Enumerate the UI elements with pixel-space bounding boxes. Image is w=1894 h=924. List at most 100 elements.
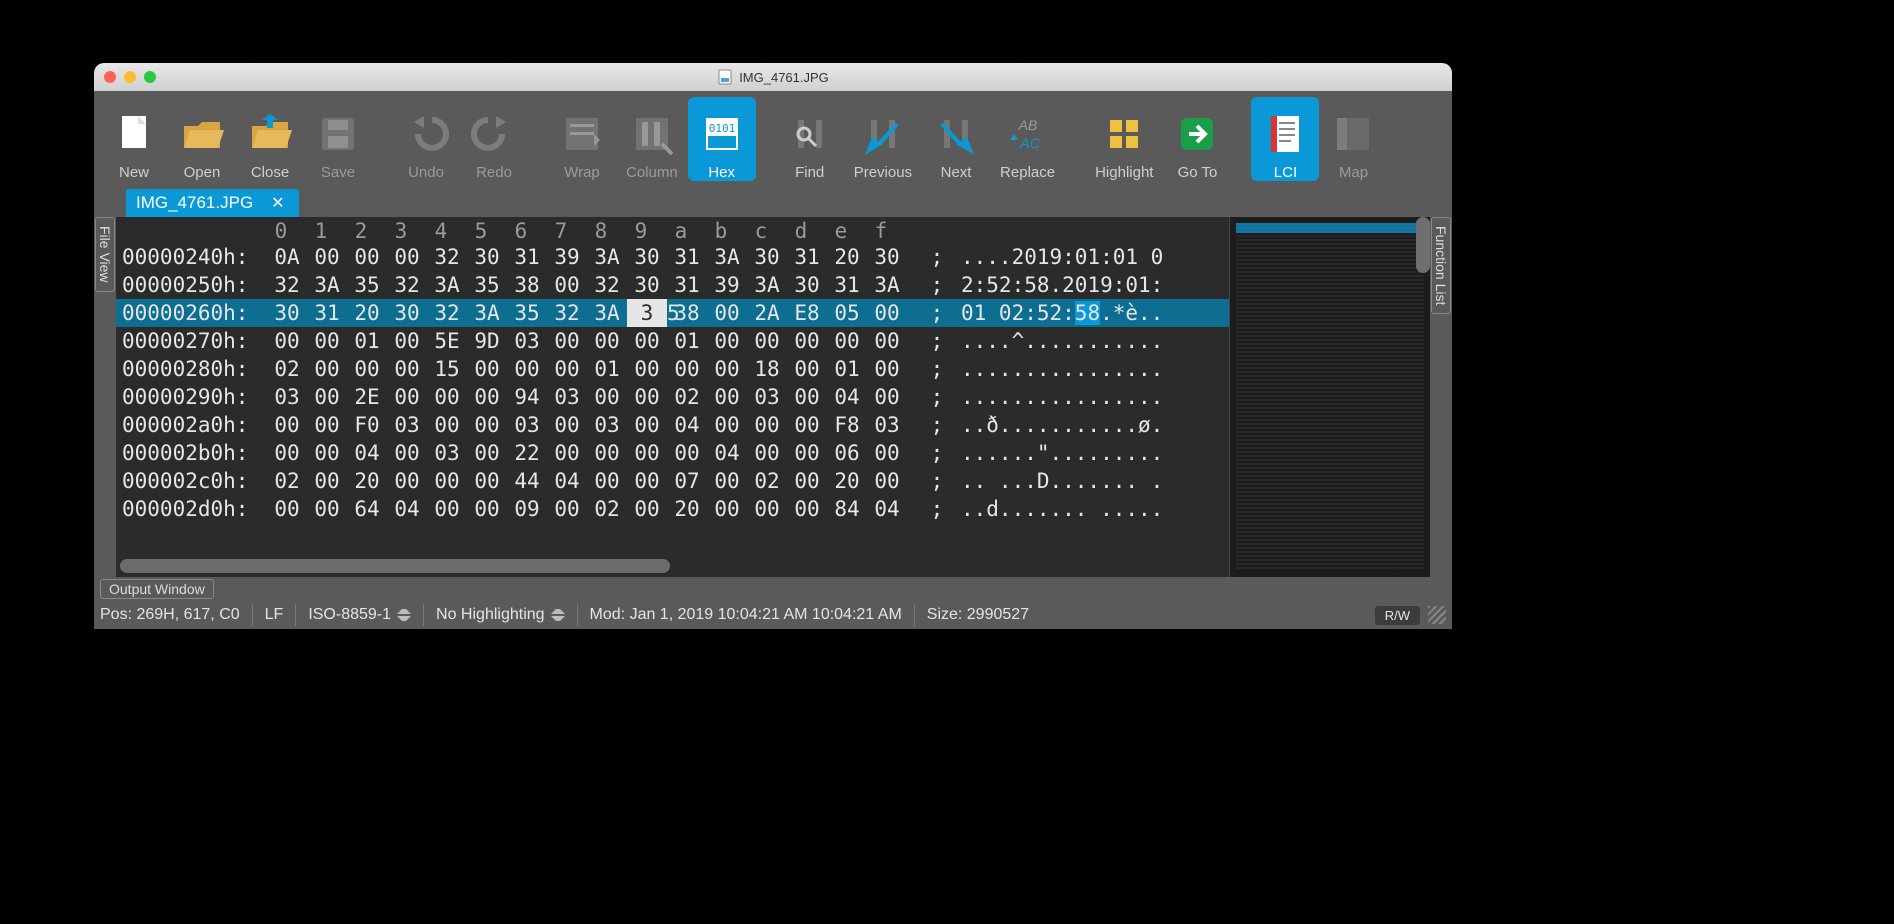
row-address: 00000290h: <box>116 383 267 411</box>
tab-file[interactable]: IMG_4761.JPG ✕ <box>126 189 299 217</box>
row-address: 00000240h: <box>116 243 267 271</box>
next-icon <box>932 110 980 158</box>
toolbar-label: Replace <box>1000 164 1055 181</box>
dropdown-icon[interactable] <box>551 607 565 623</box>
side-panel-left[interactable]: File View <box>94 217 116 577</box>
row-ascii[interactable]: .. ...D....... . <box>957 467 1229 495</box>
row-separator: ; <box>917 439 957 467</box>
next-button[interactable]: Next <box>922 97 990 181</box>
redo-button[interactable]: Redo <box>460 97 528 181</box>
output-window-label[interactable]: Output Window <box>100 579 214 599</box>
redo-icon <box>470 110 518 158</box>
row-address: 00000250h: <box>116 271 267 299</box>
previous-button[interactable]: Previous <box>844 97 922 181</box>
save-button[interactable]: Save <box>304 97 372 181</box>
svg-text:AB: AB <box>1017 117 1037 133</box>
row-ascii[interactable]: ................ <box>957 355 1229 383</box>
undo-button[interactable]: Undo <box>392 97 460 181</box>
row-ascii[interactable]: ..ð...........ø. <box>957 411 1229 439</box>
row-bytes[interactable]: 00000400030022000000000400000600 <box>267 439 917 467</box>
row-separator: ; <box>917 467 957 495</box>
hex-row[interactable]: 000002a0h:0000F00300000300030004000000F8… <box>116 411 1229 439</box>
undo-icon <box>402 110 450 158</box>
hex-row[interactable]: 00000260h:30312030323A35323A3538002AE805… <box>116 299 1229 327</box>
output-window-bar[interactable]: Output Window <box>94 577 1452 601</box>
minimap[interactable] <box>1229 217 1430 577</box>
tab-label: IMG_4761.JPG <box>136 193 253 213</box>
status-readwrite[interactable]: R/W <box>1375 606 1420 625</box>
goto-button[interactable]: Go To <box>1163 97 1231 181</box>
row-bytes[interactable]: 02002000000044040000070002002000 <box>267 467 917 495</box>
file-view-tab[interactable]: File View <box>95 217 115 292</box>
row-bytes[interactable]: 0A000000323031393A30313A30312030 <box>267 243 917 271</box>
hex-button[interactable]: 0101Hex <box>688 97 756 181</box>
window-title: IMG_4761.JPG <box>94 69 1452 85</box>
row-bytes[interactable]: 000001005E9D03000000010000000000 <box>267 327 917 355</box>
hex-row[interactable]: 00000250h:323A35323A353800323031393A3031… <box>116 271 1229 299</box>
hex-row[interactable]: 000002d0h:000064040000090002002000000084… <box>116 495 1229 523</box>
dropdown-icon[interactable] <box>397 607 411 623</box>
column-button[interactable]: Column <box>616 97 688 181</box>
hex-row[interactable]: 00000290h:03002E000000940300000200030004… <box>116 383 1229 411</box>
resize-handle-icon[interactable] <box>1428 606 1446 624</box>
toolbar-label: Next <box>941 164 972 181</box>
row-address: 00000260h: <box>116 299 267 327</box>
row-separator: ; <box>917 299 957 327</box>
close-button[interactable]: Close <box>236 97 304 181</box>
status-line-ending[interactable]: LF <box>252 604 296 626</box>
row-ascii[interactable]: ......"......... <box>957 439 1229 467</box>
tab-strip: IMG_4761.JPG ✕ <box>94 187 1452 217</box>
row-bytes[interactable]: 02000000150000000100000018000100 <box>267 355 917 383</box>
map-icon <box>1329 110 1377 158</box>
row-bytes[interactable]: 00006404000009000200200000008404 <box>267 495 917 523</box>
status-highlighting[interactable]: No Highlighting <box>423 604 577 626</box>
find-button[interactable]: Find <box>776 97 844 181</box>
toolbar-label: Undo <box>408 164 444 181</box>
row-separator: ; <box>917 383 957 411</box>
replace-icon: ABAC <box>1004 110 1052 158</box>
svg-text:0101: 0101 <box>708 122 735 135</box>
row-ascii[interactable]: 01 02:52:58.*è.. <box>957 299 1229 327</box>
hex-row[interactable]: 000002c0h:020020000000440400000700020020… <box>116 467 1229 495</box>
row-ascii[interactable]: 2:52:58.2019:01: <box>957 271 1229 299</box>
row-bytes[interactable]: 0000F00300000300030004000000F803 <box>267 411 917 439</box>
titlebar[interactable]: IMG_4761.JPG <box>94 63 1452 91</box>
row-address: 00000270h: <box>116 327 267 355</box>
lci-icon <box>1261 110 1309 158</box>
toolbar-label: Go To <box>1178 164 1218 181</box>
status-encoding[interactable]: ISO-8859-1 <box>295 604 423 626</box>
replace-button[interactable]: ABAC Replace <box>990 97 1065 181</box>
hex-row[interactable]: 00000280h:020000001500000001000000180001… <box>116 355 1229 383</box>
row-ascii[interactable]: ................ <box>957 383 1229 411</box>
map-button[interactable]: Map <box>1319 97 1387 181</box>
highlight-icon <box>1100 110 1148 158</box>
hex-rows[interactable]: 00000240h:0A000000323031393A30313A303120… <box>116 243 1229 523</box>
toolbar-label: Save <box>321 164 355 181</box>
row-bytes[interactable]: 323A35323A353800323031393A30313A <box>267 271 917 299</box>
function-list-tab[interactable]: Function List <box>1431 217 1451 314</box>
horizontal-scrollbar[interactable] <box>120 559 670 573</box>
minimap-scrollbar[interactable] <box>1416 217 1430 273</box>
row-ascii[interactable]: ..d....... ..... <box>957 495 1229 523</box>
hex-row[interactable]: 00000240h:0A000000323031393A30313A303120… <box>116 243 1229 271</box>
row-separator: ; <box>917 495 957 523</box>
row-bytes[interactable]: 30312030323A35323A3538002AE80500 <box>267 299 917 327</box>
highlight-button[interactable]: Highlight <box>1085 97 1163 181</box>
row-bytes[interactable]: 03002E00000094030000020003000400 <box>267 383 917 411</box>
row-ascii[interactable]: ....^........... <box>957 327 1229 355</box>
lci-button[interactable]: LCI <box>1251 97 1319 181</box>
hex-editor[interactable]: 0123456789abcdef 00000240h:0A00000032303… <box>116 217 1229 577</box>
hex-row[interactable]: 000002b0h:000004000300220000000004000006… <box>116 439 1229 467</box>
row-separator: ; <box>917 243 957 271</box>
row-ascii[interactable]: ....2019:01:01 0 <box>957 243 1229 271</box>
hex-row[interactable]: 00000270h:000001005E9D030000000100000000… <box>116 327 1229 355</box>
toolbar-label: Find <box>795 164 824 181</box>
save-icon <box>314 110 362 158</box>
new-button[interactable]: New <box>100 97 168 181</box>
row-address: 000002c0h: <box>116 467 267 495</box>
close-tab-icon[interactable]: ✕ <box>271 193 284 213</box>
row-separator: ; <box>917 327 957 355</box>
wrap-button[interactable]: Wrap <box>548 97 616 181</box>
side-panel-right[interactable]: Function List <box>1430 217 1452 577</box>
open-button[interactable]: Open <box>168 97 236 181</box>
